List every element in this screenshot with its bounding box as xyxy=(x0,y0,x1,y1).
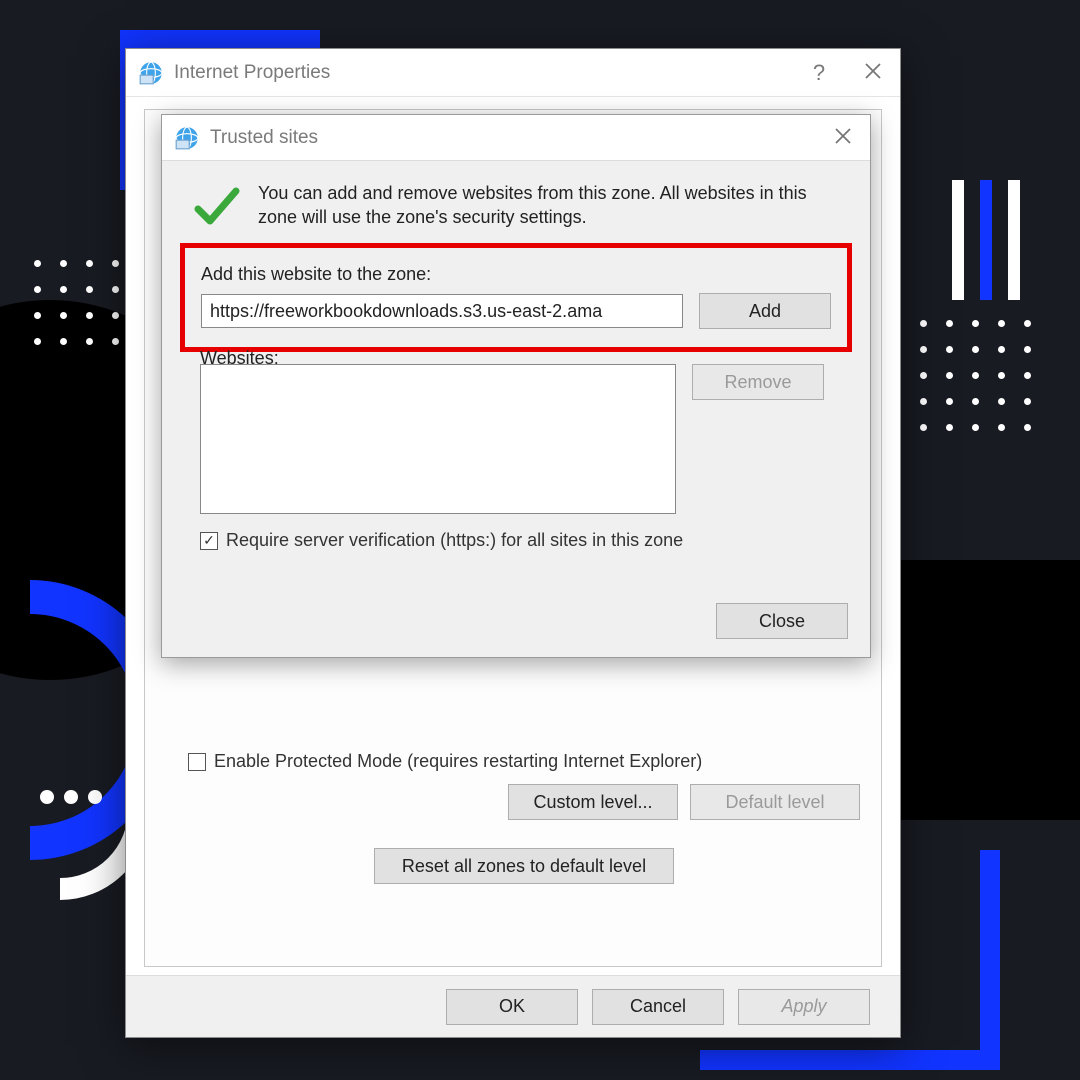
enable-protected-mode-checkbox[interactable]: Enable Protected Mode (requires restarti… xyxy=(188,751,860,772)
checkmark-icon xyxy=(190,181,242,233)
cancel-button[interactable]: Cancel xyxy=(592,989,724,1025)
remove-button[interactable]: Remove xyxy=(692,364,824,400)
add-button[interactable]: Add xyxy=(699,293,831,329)
globe-icon xyxy=(174,125,200,151)
add-site-input[interactable] xyxy=(201,294,683,328)
require-https-checkbox[interactable]: ✓ Require server verification (https:) f… xyxy=(200,530,842,551)
parent-footer: OK Cancel Apply xyxy=(126,975,900,1037)
close-dialog-button[interactable] xyxy=(816,114,870,162)
close-icon xyxy=(864,60,882,86)
add-site-label: Add this website to the zone: xyxy=(201,264,831,285)
add-site-highlight-box: Add this website to the zone: Add xyxy=(180,243,852,352)
custom-level-button[interactable]: Custom level... xyxy=(508,784,678,820)
close-button[interactable]: Close xyxy=(716,603,848,639)
decor-dot-grid-right xyxy=(920,320,1050,480)
default-level-button[interactable]: Default level xyxy=(690,784,860,820)
help-button[interactable]: ? xyxy=(792,49,846,97)
ok-button[interactable]: OK xyxy=(446,989,578,1025)
parent-titlebar: Internet Properties ? xyxy=(126,49,900,97)
child-titlebar: Trusted sites xyxy=(162,115,870,161)
internet-properties-window: Internet Properties ? Trusted sites xyxy=(125,48,901,1038)
intro-text: You can add and remove websites from thi… xyxy=(258,181,842,233)
decor-black-block xyxy=(880,560,1080,820)
trusted-sites-dialog: Trusted sites You can add and remove web… xyxy=(161,114,871,658)
globe-icon xyxy=(138,60,164,86)
decor-three-dots xyxy=(40,790,102,804)
decor-vertical-lines xyxy=(952,180,1020,300)
help-icon: ? xyxy=(813,60,825,86)
close-window-button[interactable] xyxy=(846,49,900,97)
checkbox-icon: ✓ xyxy=(200,532,218,550)
child-dialog-title: Trusted sites xyxy=(210,127,816,149)
parent-lower-controls: Enable Protected Mode (requires restarti… xyxy=(188,751,860,884)
checkbox-icon xyxy=(188,753,206,771)
require-https-label: Require server verification (https:) for… xyxy=(226,530,683,551)
websites-label: Websites: xyxy=(200,348,842,364)
enable-protected-label: Enable Protected Mode (requires restarti… xyxy=(214,751,702,772)
parent-window-title: Internet Properties xyxy=(174,62,792,84)
decor-dot-grid-left xyxy=(34,260,124,380)
apply-button[interactable]: Apply xyxy=(738,989,870,1025)
websites-listbox[interactable] xyxy=(200,364,676,514)
reset-zones-button[interactable]: Reset all zones to default level xyxy=(374,848,674,884)
close-icon xyxy=(834,125,852,151)
